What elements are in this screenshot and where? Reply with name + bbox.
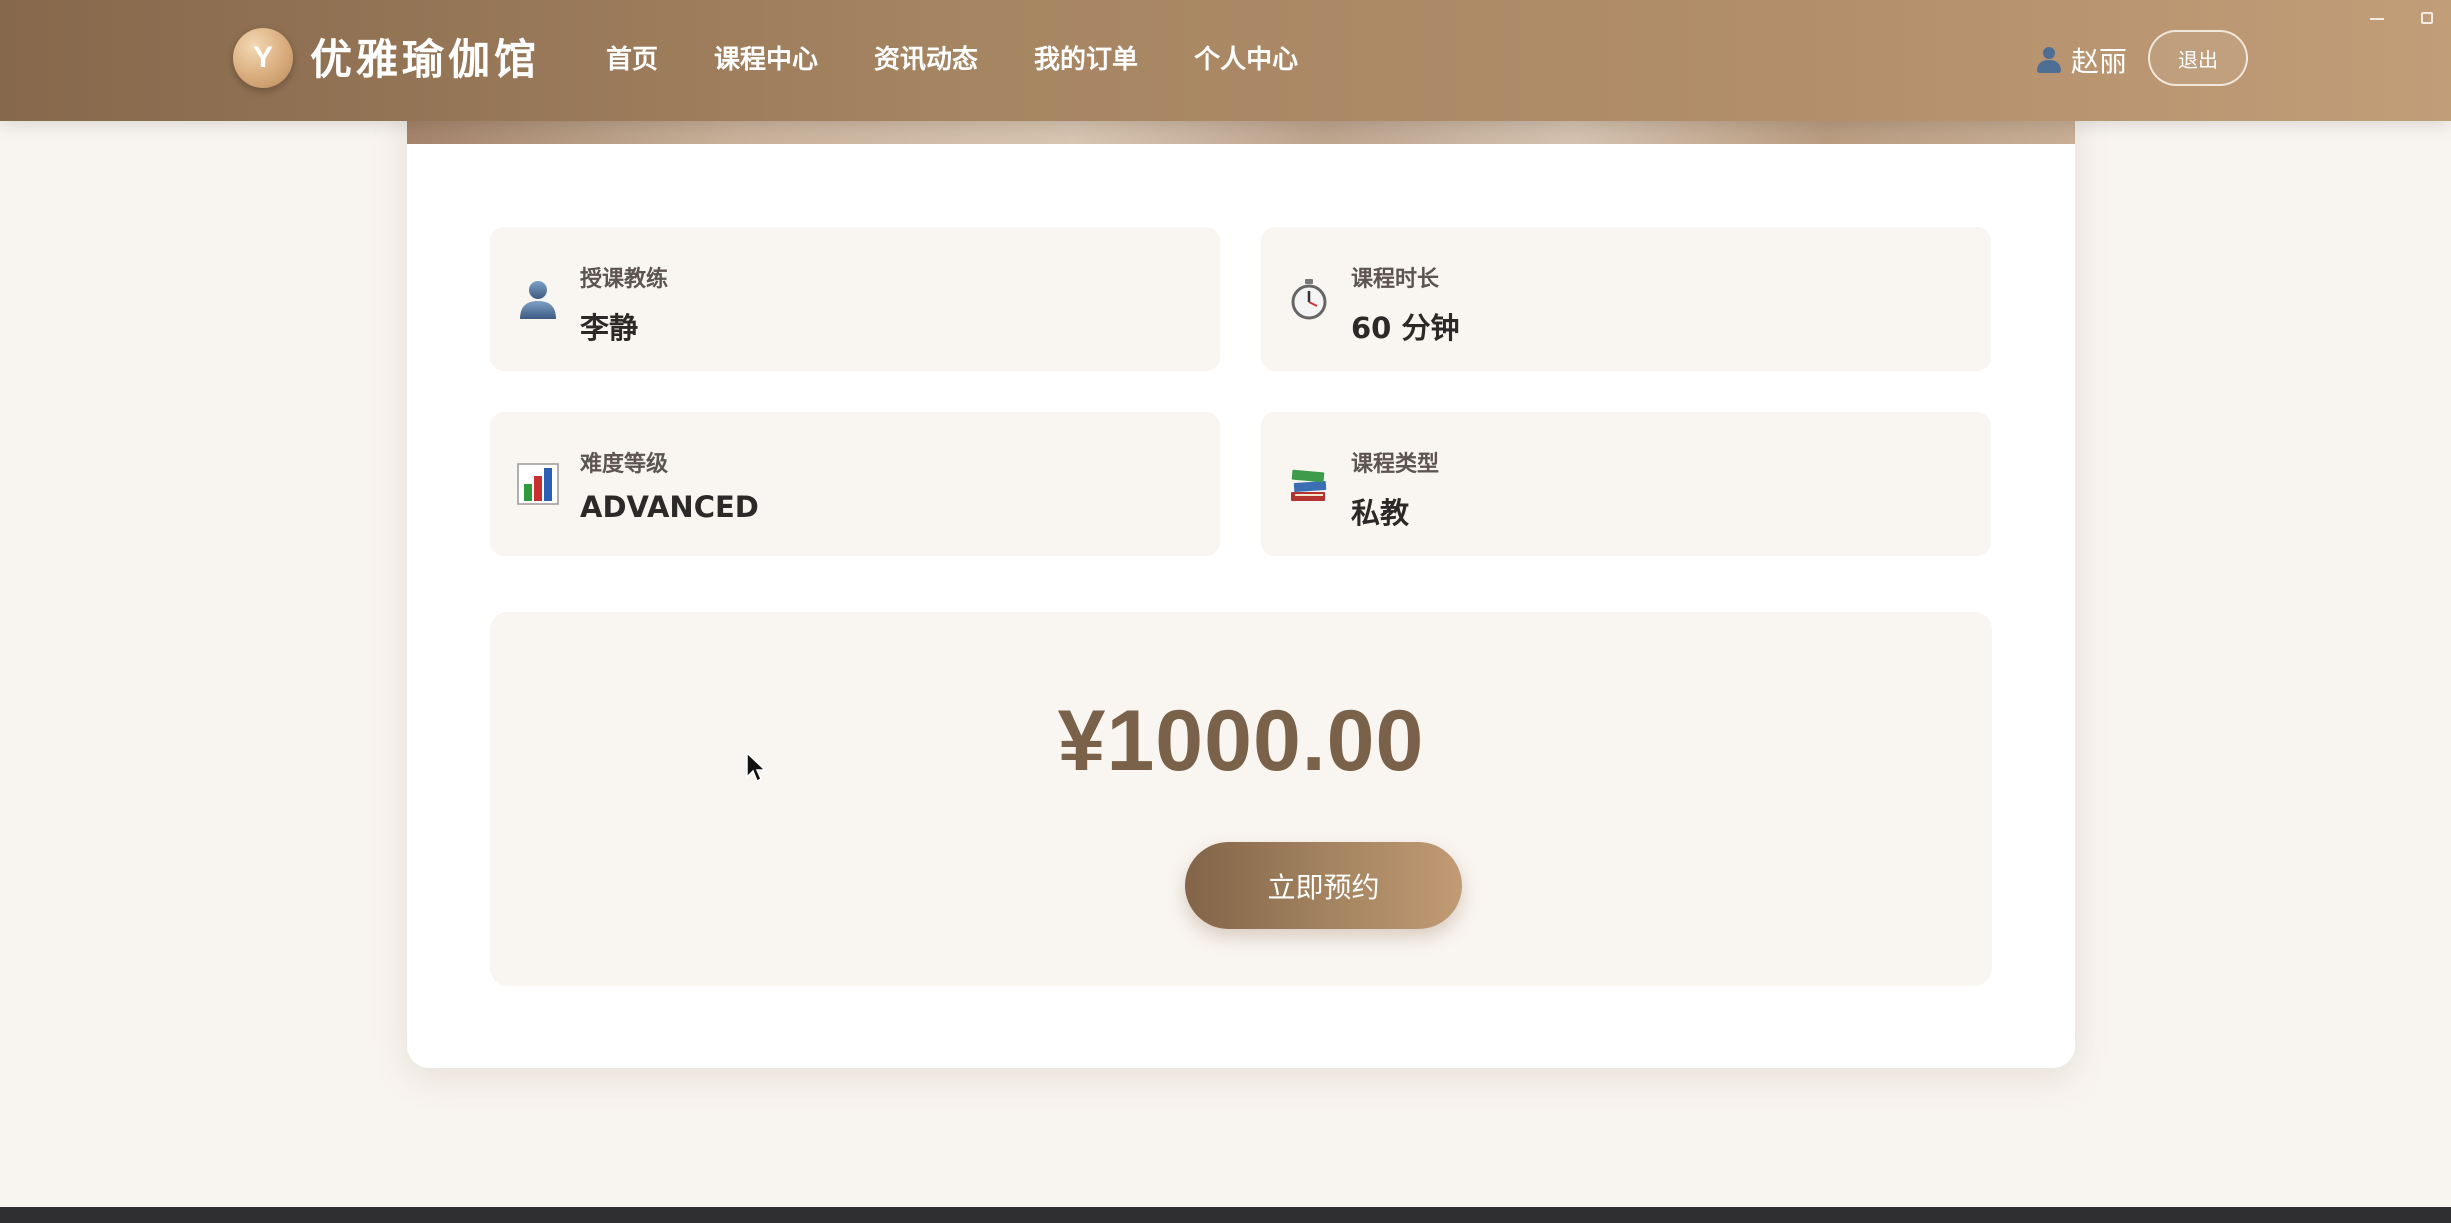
price-panel: ¥1000.00 立即预约 (490, 612, 1992, 986)
info-value: 私教 (1351, 496, 1410, 530)
nav-home[interactable]: 首页 (606, 36, 658, 84)
user-name: 赵丽 (2071, 45, 2128, 78)
current-user[interactable]: 赵丽 (2035, 36, 2127, 84)
info-label: 授课教练 (580, 267, 669, 292)
bar-chart-icon (517, 463, 559, 505)
info-value: 60 分钟 (1351, 311, 1460, 345)
mouse-cursor-icon (746, 752, 767, 783)
books-icon (1291, 469, 1327, 501)
info-difficulty: 难度等级 ADVANCED (490, 412, 1220, 556)
window-minimize-icon[interactable] (2370, 18, 2384, 20)
info-value: ADVANCED (580, 490, 759, 524)
nav-profile[interactable]: 个人中心 (1194, 36, 1298, 84)
course-detail-card: 授课教练 李静 课程时长 60 分钟 难度等级 ADVANCED 课程类型 私教… (407, 70, 2075, 1068)
logo-letter: Y (252, 41, 273, 74)
logo-badge[interactable]: Y (233, 28, 293, 88)
nav-orders[interactable]: 我的订单 (1034, 36, 1138, 84)
info-coach: 授课教练 李静 (490, 227, 1220, 371)
top-navbar: Y 优雅瑜伽馆 首页 课程中心 资讯动态 我的订单 个人中心 赵丽 退出 (0, 0, 2451, 121)
info-label: 难度等级 (580, 452, 669, 477)
user-icon (2035, 46, 2063, 74)
course-price: ¥1000.00 (1057, 693, 1425, 789)
nav-news[interactable]: 资讯动态 (874, 36, 978, 84)
info-label: 课程时长 (1351, 267, 1440, 292)
nav-courses[interactable]: 课程中心 (714, 36, 818, 84)
info-duration: 课程时长 60 分钟 (1261, 227, 1991, 371)
info-type: 课程类型 私教 (1261, 412, 1991, 556)
stopwatch-icon (1291, 279, 1327, 320)
window-restore-icon[interactable] (2421, 12, 2433, 24)
logout-button[interactable]: 退出 (2148, 30, 2248, 86)
coach-icon (520, 281, 556, 319)
footer-edge (0, 1207, 2451, 1223)
book-now-button[interactable]: 立即预约 (1185, 842, 1462, 929)
info-value: 李静 (580, 311, 639, 345)
brand-name[interactable]: 优雅瑜伽馆 (310, 30, 540, 90)
info-label: 课程类型 (1351, 452, 1440, 477)
main-nav: 首页 课程中心 资讯动态 我的订单 个人中心 (606, 36, 1298, 84)
